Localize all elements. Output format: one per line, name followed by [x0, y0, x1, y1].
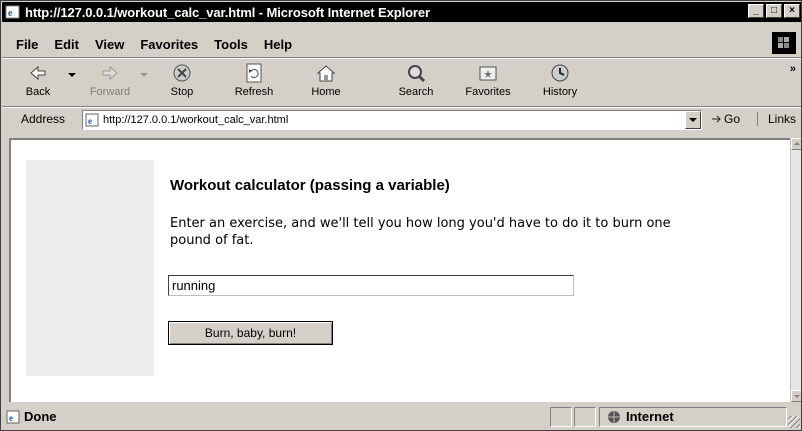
history-label: History	[542, 86, 578, 98]
stop-label: Stop	[170, 86, 194, 98]
page-viewport: Workout calculator (passing a variable) …	[9, 138, 790, 402]
forward-arrow-icon	[102, 65, 118, 81]
title-bar[interactable]: e http://127.0.0.1/workout_calc_var.html…	[2, 2, 801, 22]
status-pane-progress	[550, 407, 572, 427]
toolbar-address-divider	[2, 106, 801, 108]
favorites-icon	[479, 66, 497, 81]
favorites-label: Favorites	[465, 86, 511, 98]
menu-bar: File Edit View Favorites Tools Help	[2, 32, 801, 54]
close-button[interactable]: ×	[784, 4, 800, 18]
page-icon: e	[85, 113, 99, 127]
address-dropdown-icon[interactable]	[685, 111, 701, 129]
forward-label: Forward	[89, 86, 131, 98]
menu-file[interactable]: File	[2, 37, 46, 52]
resize-grip-icon[interactable]	[788, 416, 800, 428]
status-pane-security	[574, 407, 596, 427]
svg-text:e: e	[88, 116, 92, 126]
refresh-label: Refresh	[234, 86, 274, 98]
address-label: Address	[21, 112, 66, 126]
history-icon	[551, 64, 569, 82]
browser-window: e http://127.0.0.1/workout_calc_var.html…	[0, 0, 802, 431]
history-button[interactable]: History	[524, 61, 596, 105]
address-bar: Address e http://127.0.0.1/workout_calc_…	[2, 109, 801, 131]
menu-view[interactable]: View	[87, 37, 132, 52]
security-zone: Internet	[607, 409, 674, 424]
forward-button[interactable]: Forward	[74, 61, 148, 105]
globe-icon	[608, 410, 620, 423]
window-title: http://127.0.0.1/workout_calc_var.html -…	[25, 4, 430, 20]
page-sidebar	[26, 160, 154, 376]
menu-favorites[interactable]: Favorites	[132, 37, 206, 52]
status-text: Done	[24, 409, 57, 424]
maximize-button[interactable]: □	[766, 4, 782, 18]
status-message: e Done	[6, 409, 57, 424]
menu-tools[interactable]: Tools	[206, 37, 256, 52]
vertical-scrollbar[interactable]	[790, 138, 801, 402]
status-bar: e Done Internet	[2, 405, 801, 430]
standard-toolbar: Back Forward Stop Refresh Home Search Fa…	[2, 61, 801, 105]
scroll-up-button[interactable]	[791, 138, 801, 150]
home-icon	[316, 65, 336, 82]
page-status-icon: e	[6, 410, 20, 423]
windows-logo-icon	[772, 32, 796, 54]
minimize-button[interactable]: _	[748, 4, 764, 18]
address-input[interactable]: e http://127.0.0.1/workout_calc_var.html	[82, 110, 702, 130]
home-label: Home	[311, 86, 341, 98]
stop-icon	[173, 64, 191, 82]
zone-label: Internet	[626, 409, 674, 424]
search-label: Search	[398, 86, 434, 98]
links-button[interactable]: Links	[757, 112, 796, 126]
go-arrow-icon	[712, 115, 721, 123]
search-button[interactable]: Search	[380, 61, 452, 105]
go-button[interactable]: Go	[710, 112, 740, 126]
home-button[interactable]: Home	[290, 61, 362, 105]
window-controls: _ □ ×	[748, 4, 800, 18]
go-label: Go	[724, 112, 741, 126]
menu-toolbar-divider	[2, 57, 801, 59]
burn-button[interactable]: Burn, baby, burn!	[168, 321, 333, 345]
scroll-down-button[interactable]	[791, 390, 801, 402]
stop-button[interactable]: Stop	[146, 61, 218, 105]
exercise-input[interactable]	[168, 275, 574, 296]
page-intro: Enter an exercise, and we'll tell you ho…	[170, 216, 671, 248]
back-button[interactable]: Back	[2, 61, 76, 105]
toolbar-chevron-icon[interactable]: »	[790, 63, 796, 75]
ie-document-icon: e	[5, 5, 20, 19]
back-label: Back	[25, 86, 51, 98]
back-arrow-icon	[30, 65, 46, 81]
menu-help[interactable]: Help	[256, 37, 300, 52]
refresh-icon	[246, 63, 262, 83]
menu-edit[interactable]: Edit	[46, 37, 87, 52]
svg-text:e: e	[8, 8, 13, 19]
search-icon	[408, 65, 426, 83]
svg-text:e: e	[9, 413, 13, 423]
page-heading: Workout calculator (passing a variable)	[170, 177, 450, 194]
address-url: http://127.0.0.1/workout_calc_var.html	[103, 114, 289, 126]
favorites-button[interactable]: Favorites	[452, 61, 524, 105]
refresh-button[interactable]: Refresh	[218, 61, 290, 105]
